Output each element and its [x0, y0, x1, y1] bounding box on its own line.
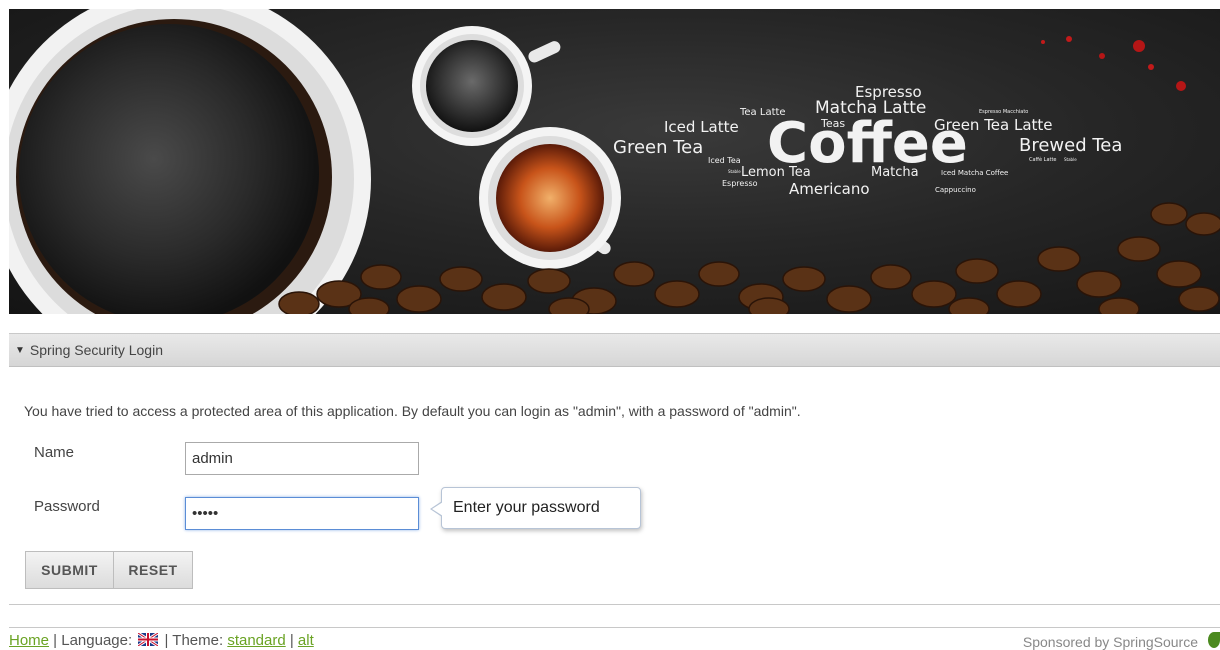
word-green-tea: Green Tea	[613, 137, 704, 158]
theme-alt-link[interactable]: alt	[298, 632, 314, 649]
divider	[9, 627, 1220, 628]
word-stable: Stable	[1064, 157, 1077, 162]
name-input[interactable]	[185, 442, 419, 475]
home-link[interactable]: Home	[9, 632, 49, 649]
theme-label: | Theme:	[160, 632, 228, 649]
collapse-triangle-icon[interactable]: ▼	[15, 345, 25, 356]
footer-nav: Home | Language: | Theme: standard | alt	[9, 632, 314, 649]
divider	[9, 604, 1220, 605]
word-lemon-tea: Lemon Tea	[741, 165, 811, 180]
word-brewed-tea: Brewed Tea	[1019, 135, 1123, 156]
word-stable: Stable	[728, 169, 741, 174]
theme-standard-link[interactable]: standard	[227, 632, 285, 649]
word-iced-latte: Iced Latte	[664, 118, 739, 136]
reset-button[interactable]: RESET	[113, 551, 193, 589]
password-input[interactable]	[185, 497, 419, 530]
word-americano: Americano	[789, 180, 870, 198]
word-matcha: Matcha	[871, 165, 919, 180]
word-iced-tea: Iced Tea	[708, 156, 741, 165]
word-iced-matcha-coffee: Iced Matcha Coffee	[941, 169, 1009, 177]
language-label: | Language:	[49, 632, 137, 649]
login-panel-header[interactable]: ▼ Spring Security Login	[9, 333, 1220, 367]
word-espresso-small: Espresso	[722, 179, 758, 188]
sponsor-text: Sponsored by SpringSource	[1022, 634, 1198, 650]
header-banner: Espresso Tea Latte Matcha Latte Espresso…	[9, 9, 1220, 314]
intro-text: You have tried to access a protected are…	[24, 403, 801, 419]
springsource-leaf-icon[interactable]	[1208, 632, 1220, 648]
word-coffee: Coffee	[767, 111, 968, 176]
password-label: Password	[34, 498, 100, 515]
uk-flag-icon[interactable]	[138, 633, 159, 646]
word-cappuccino: Cappuccino	[935, 186, 976, 194]
name-label: Name	[34, 444, 75, 461]
word-caffe-latte: Caffè Latte	[1029, 157, 1057, 163]
panel-title: Spring Security Login	[29, 342, 163, 358]
word-espresso-macchiato: Espresso Macchiato	[979, 109, 1029, 115]
password-tooltip: Enter your password	[430, 487, 641, 529]
submit-button[interactable]: SUBMIT	[25, 551, 114, 589]
separator: |	[285, 632, 298, 649]
